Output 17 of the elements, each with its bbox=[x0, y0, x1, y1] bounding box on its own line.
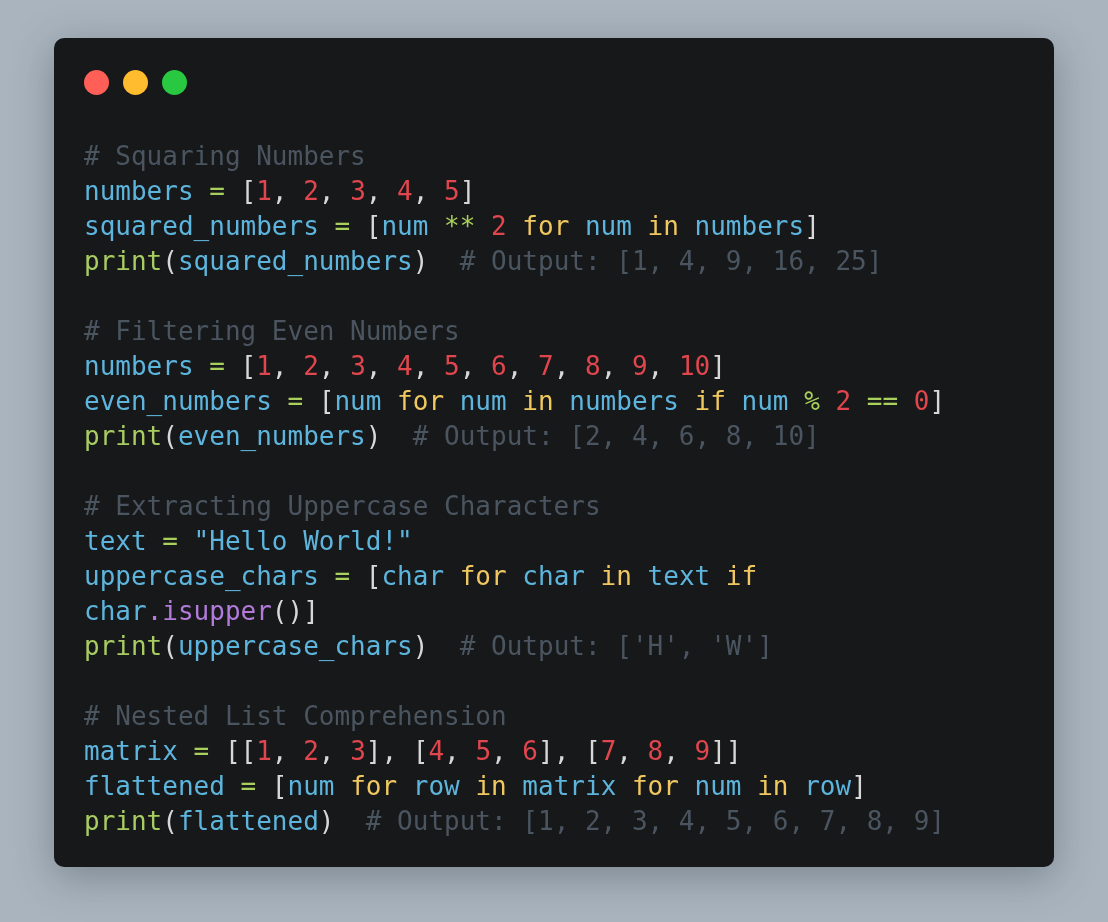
code-line: even_numbers = [num for num in numbers if num % 2 == 0] bbox=[84, 385, 946, 418]
code-line: text = "Hello World!" bbox=[84, 525, 413, 558]
code-line: numbers = [1, 2, 3, 4, 5] bbox=[84, 175, 476, 208]
code-line: numbers = [1, 2, 3, 4, 5, 6, 7, 8, 9, 10] bbox=[84, 350, 726, 383]
code-line: uppercase_chars = [char for char in text if bbox=[84, 560, 758, 593]
code-line: print(uppercase_chars) # Output: ['H', 'W'] bbox=[84, 630, 773, 663]
code-line: squared_numbers = [num ** 2 for num in numbers] bbox=[84, 210, 820, 243]
code-line: # Squaring Numbers bbox=[84, 140, 366, 173]
code-line: print(flattened) # Output: [1, 2, 3, 4, 5, 6, 7, 8, 9] bbox=[84, 805, 945, 838]
code-line: flattened = [num for row in matrix for num in row] bbox=[84, 770, 867, 803]
code-line: # Nested List Comprehension bbox=[84, 700, 507, 733]
code-line: print(squared_numbers) # Output: [1, 4, 9, 16, 25] bbox=[84, 245, 883, 278]
code-line: matrix = [[1, 2, 3], [4, 5, 6], [7, 8, 9]] bbox=[84, 735, 742, 768]
code-line: char.isupper()] bbox=[84, 595, 319, 628]
code-line: # Extracting Uppercase Characters bbox=[84, 490, 601, 523]
code-line: # Filtering Even Numbers bbox=[84, 315, 460, 348]
code-line: print(even_numbers) # Output: [2, 4, 6, 8, 10] bbox=[84, 420, 820, 453]
